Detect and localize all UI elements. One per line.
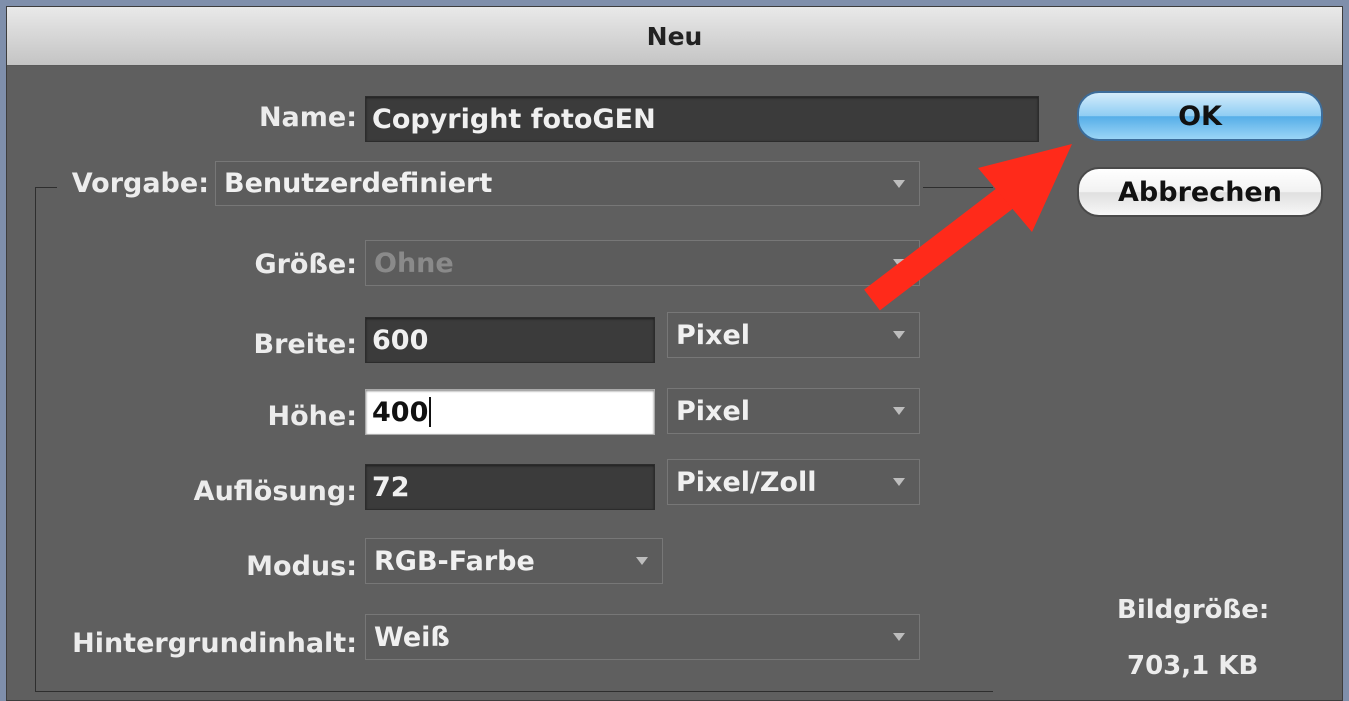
arrow-shape xyxy=(864,144,1072,311)
red-pointer-arrow-icon xyxy=(864,144,1072,311)
